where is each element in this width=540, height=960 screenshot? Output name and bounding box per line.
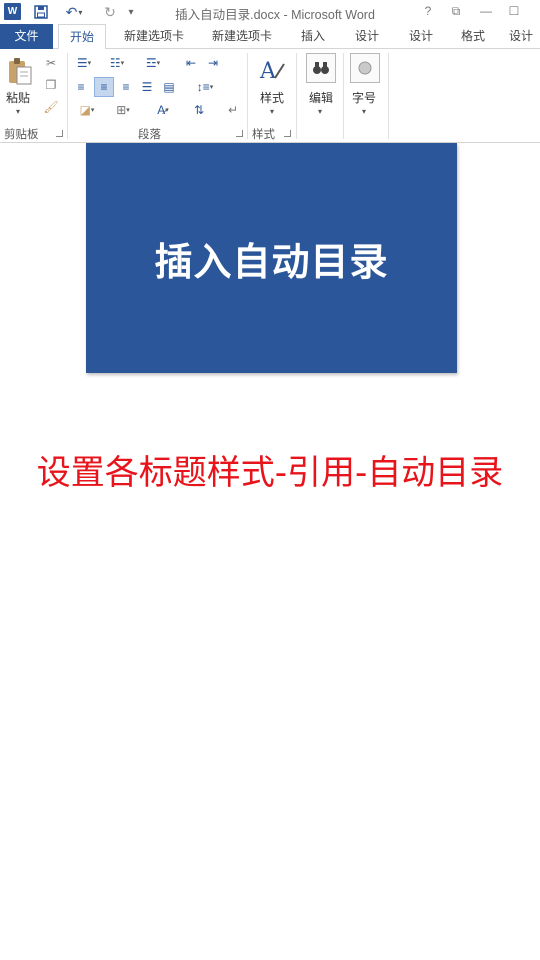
increase-indent-icon[interactable]: ⇥ — [204, 55, 222, 71]
align-left-icon[interactable]: ≡ — [72, 78, 90, 96]
slide-title: 插入自动目录 — [154, 239, 389, 284]
instruction-caption: 设置各标题样式-引用-自动目录 — [36, 453, 504, 493]
distributed-icon[interactable]: ▤ — [160, 78, 178, 96]
decrease-indent-icon[interactable]: ⇤ — [182, 55, 200, 71]
paste-icon[interactable] — [6, 55, 34, 87]
save-icon[interactable] — [30, 2, 52, 22]
document-title: 插入自动目录.docx - Microsoft Word — [175, 8, 375, 22]
group-divider — [247, 53, 248, 139]
cut-icon[interactable]: ✂ — [42, 55, 60, 71]
maximize-button[interactable]: ☐ — [502, 2, 526, 20]
help-button[interactable]: ? — [416, 2, 440, 20]
group-divider — [343, 53, 344, 139]
multilevel-list-icon[interactable]: ☲ ▾ — [138, 55, 168, 71]
group-divider — [67, 53, 68, 139]
find-binoculars-icon[interactable] — [306, 53, 336, 83]
tab-design-1[interactable]: 设计 — [344, 24, 390, 49]
styles-icon[interactable]: A — [256, 55, 288, 87]
tab-new-tab-1[interactable]: 新建选项卡 — [114, 24, 194, 49]
title-bar: W ↶ ▾ ↻ ▾ 插入自动目录.docx - Microsoft Word ? … — [0, 0, 540, 24]
bullets-icon[interactable]: ☰ ▾ — [72, 55, 96, 71]
ribbon-tabs: 文件 开始 新建选项卡 新建选项卡 插入 设计 设计 格式 设计 — [0, 24, 540, 50]
title-slide: 插入自动目录 — [86, 143, 457, 373]
tab-file[interactable]: 文件 — [0, 24, 53, 49]
minimize-button[interactable]: — — [474, 2, 498, 20]
editing-dropdown-icon[interactable]: ▾ — [318, 107, 322, 116]
tab-design-2[interactable]: 设计 — [398, 24, 444, 49]
paste-dropdown-icon[interactable]: ▾ — [16, 107, 20, 116]
svg-text:A: A — [259, 59, 277, 84]
paragraph-group-label: 段落 — [138, 129, 161, 141]
styles-group-label: 样式 — [252, 129, 275, 141]
styles-label[interactable]: 样式 — [260, 89, 284, 106]
tab-new-tab-2[interactable]: 新建选项卡 — [202, 24, 282, 49]
ribbon: 粘贴 ▾ ✂ ❐ 🖌 剪贴板 ☰ ▾ ☷ ▾ ☲ ▾ ⇤ ⇥ ≡ ≡ ≡ ☰ ▤ ↕≡… — [0, 49, 540, 143]
borders-icon[interactable]: ⊞ ▾ — [108, 101, 138, 119]
tab-home[interactable]: 开始 — [58, 24, 106, 50]
copy-icon[interactable]: ❐ — [42, 77, 60, 93]
justify-icon[interactable]: ☰ — [138, 78, 156, 96]
group-divider — [388, 53, 389, 139]
tab-design-3[interactable]: 设计 — [502, 24, 540, 49]
font-size-label[interactable]: 字号 — [352, 89, 376, 106]
tab-format[interactable]: 格式 — [452, 24, 494, 49]
editing-label[interactable]: 编辑 — [309, 89, 333, 106]
group-divider — [296, 53, 297, 139]
customize-quick-access-icon[interactable]: ▾ — [124, 2, 138, 22]
align-right-icon[interactable]: ≡ — [117, 78, 135, 96]
styles-dropdown-icon[interactable]: ▾ — [270, 107, 274, 116]
clipboard-group-label: 剪贴板 — [4, 129, 39, 141]
styles-dialog-launcher-icon[interactable] — [284, 130, 291, 137]
line-spacing-icon[interactable]: ↕≡ ▾ — [190, 78, 220, 96]
shading-icon[interactable]: ◪ ▾ — [72, 101, 102, 119]
format-painter-icon[interactable]: 🖌 — [42, 99, 60, 115]
tab-insert[interactable]: 插入 — [290, 24, 336, 49]
paste-label[interactable]: 粘贴 — [6, 89, 30, 106]
font-size-dropdown-icon[interactable]: ▾ — [362, 107, 366, 116]
sort-icon[interactable]: ⇅ — [190, 101, 208, 119]
redo-icon[interactable]: ↻ — [100, 2, 120, 22]
word-app-icon[interactable]: W — [4, 3, 21, 20]
ribbon-display-options-button[interactable]: ⧉ — [444, 2, 468, 20]
clipboard-dialog-launcher-icon[interactable] — [56, 130, 63, 137]
paragraph-dialog-launcher-icon[interactable] — [236, 130, 243, 137]
undo-icon[interactable]: ↶ ▾ — [60, 2, 88, 22]
chinese-layout-icon[interactable]: A̷ ▾ — [148, 101, 178, 119]
show-marks-icon[interactable]: ↵ — [224, 101, 242, 119]
font-size-icon[interactable] — [350, 53, 380, 83]
numbering-icon[interactable]: ☷ ▾ — [104, 55, 130, 71]
align-center-icon[interactable]: ≡ — [94, 77, 114, 97]
